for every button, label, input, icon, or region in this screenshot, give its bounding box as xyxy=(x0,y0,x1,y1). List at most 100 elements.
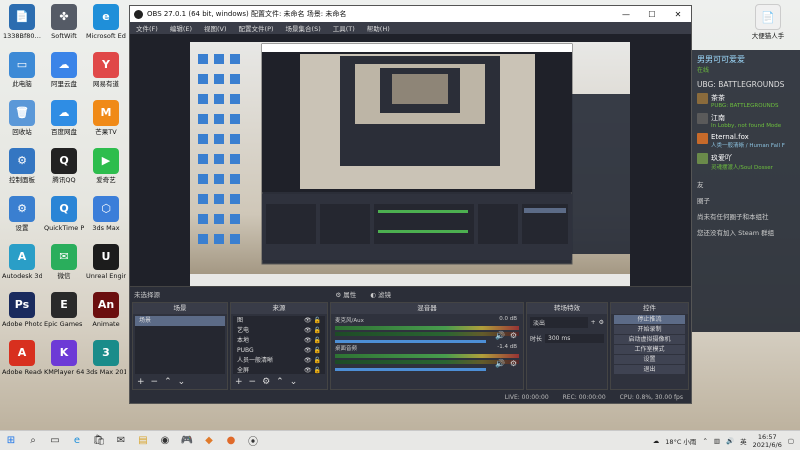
obs-taskbar-icon[interactable]: ⦿ xyxy=(242,431,264,450)
maximize-icon[interactable]: ☐ xyxy=(639,10,665,19)
scenes-list[interactable]: 场景 xyxy=(135,316,225,374)
menu-item[interactable]: 帮助(H) xyxy=(361,23,396,33)
visibility-icon[interactable]: 👁 🔓 xyxy=(304,316,321,326)
transition-type-select[interactable]: 淡出 xyxy=(530,317,588,328)
desktop-shortcut[interactable]: A Autodesk 3ds Max 2019 xyxy=(2,244,42,280)
control-button[interactable]: 设置 xyxy=(614,355,685,364)
sources-list[interactable]: 图 👁 🔓 艺电 👁 🔓 本地 👁 🔓 PUBG 👁 🔓 人员一般清晰 👁 🔓 全屏 👁 🔓 xyxy=(233,316,325,374)
explorer-icon[interactable]: ▤ xyxy=(132,431,154,450)
duration-input[interactable]: 300 ms xyxy=(545,334,604,343)
gear-icon[interactable]: ⚙ xyxy=(510,359,517,368)
menu-item[interactable]: 场景集合(S) xyxy=(280,23,327,33)
desktop-shortcut[interactable]: Q 腾讯QQ xyxy=(44,148,84,184)
app-icon[interactable]: ● xyxy=(220,431,242,450)
desktop-shortcut[interactable]: M 芒果TV xyxy=(86,100,126,136)
desktop-shortcut[interactable]: U Unreal Engine xyxy=(86,244,126,280)
weather-icon[interactable]: ☁ xyxy=(653,437,660,445)
close-icon[interactable]: ✕ xyxy=(665,10,691,19)
desktop-shortcut[interactable]: ▭ 此电脑 xyxy=(2,52,42,88)
steam-friend[interactable]: 茶茶 PUBG: BATTLEGROUNDS xyxy=(692,91,800,111)
game-icon[interactable]: 🎮 xyxy=(176,431,198,450)
move-up-icon[interactable]: ⌃ xyxy=(164,377,172,387)
obs-window[interactable]: OBS 27.0.1 (64 bit, windows) 配置文件: 未命名 场… xyxy=(129,5,692,404)
source-item[interactable]: 艺电 👁 🔓 xyxy=(233,326,325,336)
desktop-shortcut[interactable]: 3 3ds Max 2019 xyxy=(86,340,126,376)
notification-icon[interactable]: ▢ xyxy=(788,437,794,445)
desktop-shortcut[interactable]: ⚙ 设置 xyxy=(2,196,42,232)
windows-start-icon[interactable]: ⊞ xyxy=(0,431,22,450)
desktop-shortcut[interactable]: Ps Adobe Photoshop xyxy=(2,292,42,328)
source-item[interactable]: PUBG 👁 🔓 xyxy=(233,346,325,356)
obs-preview[interactable] xyxy=(130,34,691,286)
source-item[interactable]: 人员一般清晰 👁 🔓 xyxy=(233,356,325,366)
minimize-icon[interactable]: — xyxy=(613,10,639,19)
move-up-icon[interactable]: ⌃ xyxy=(276,377,284,387)
properties-button[interactable]: ⚙ 属性 xyxy=(335,289,356,299)
desktop-shortcut[interactable]: A Adobe Reader XI xyxy=(2,340,42,376)
task-view-icon[interactable]: ▭ xyxy=(44,431,66,450)
input-language[interactable]: 英 xyxy=(740,436,747,446)
gear-icon[interactable]: ⚙ xyxy=(599,319,604,326)
control-button[interactable]: 工作室模式 xyxy=(614,345,685,354)
mail-icon[interactable]: ✉ xyxy=(110,431,132,450)
desktop-shortcut[interactable]: e Microsoft Edge xyxy=(86,4,126,40)
desktop-shortcut[interactable]: ▶ 爱奇艺 xyxy=(86,148,126,184)
steam-friend[interactable]: 玖爱吖 灵魂摆渡人/Soul Dosser xyxy=(692,151,800,173)
desktop-shortcut[interactable]: ☁ 阿里云盘 xyxy=(44,52,84,88)
visibility-icon[interactable]: 👁 🔓 xyxy=(304,356,321,366)
control-button[interactable]: 启动虚拟摄像机 xyxy=(614,335,685,344)
control-button[interactable]: 退出 xyxy=(614,365,685,374)
visibility-icon[interactable]: 👁 🔓 xyxy=(304,326,321,336)
desktop-shortcut[interactable]: ✤ SoftWift xyxy=(44,4,84,40)
source-item[interactable]: 图 👁 🔓 xyxy=(233,316,325,326)
remove-icon[interactable]: − xyxy=(249,377,257,387)
desktop-shortcut[interactable]: ☁ 百度网盘 xyxy=(44,100,84,136)
volume-icon[interactable]: 🔊 xyxy=(726,437,734,445)
weather-text[interactable]: 18°C 小雨 xyxy=(665,436,696,446)
edge-icon[interactable]: e xyxy=(66,431,88,450)
gear-icon[interactable]: ⚙ xyxy=(262,377,270,387)
plus-icon[interactable]: + xyxy=(591,319,596,326)
desktop-shortcut[interactable]: ✉ 微信 xyxy=(44,244,84,280)
move-down-icon[interactable]: ⌄ xyxy=(290,377,298,387)
desktop-shortcut[interactable]: Q QuickTime Player xyxy=(44,196,84,232)
desktop-shortcut[interactable]: ⚙ 控制面板 xyxy=(2,148,42,184)
add-icon[interactable]: + xyxy=(137,377,145,387)
desktop-shortcut[interactable]: An Animate xyxy=(86,292,126,328)
chevron-up-icon[interactable]: ⌃ xyxy=(702,437,707,445)
scene-item[interactable]: 场景 xyxy=(135,316,225,326)
filters-button[interactable]: ◐ 滤镜 xyxy=(370,289,391,299)
visibility-icon[interactable]: 👁 🔓 xyxy=(304,366,321,376)
desktop-shortcut[interactable]: Y 网易有道 xyxy=(86,52,126,88)
menu-item[interactable]: 工具(T) xyxy=(327,23,361,33)
menu-item[interactable]: 配置文件(P) xyxy=(233,23,280,33)
control-button[interactable]: 停止推流 xyxy=(614,315,685,324)
desktop-file-icon[interactable]: 📄 大便猫人手 xyxy=(748,4,788,40)
desktop-shortcut[interactable]: ⬡ 3ds Max xyxy=(86,196,126,232)
source-item[interactable]: 全屏 👁 🔓 xyxy=(233,366,325,376)
gear-icon[interactable]: ⚙ xyxy=(510,331,517,340)
visibility-icon[interactable]: 👁 🔓 xyxy=(304,336,321,346)
move-down-icon[interactable]: ⌄ xyxy=(178,377,186,387)
menu-item[interactable]: 视图(V) xyxy=(198,23,233,33)
desktop-shortcut[interactable]: E Epic Games Launcher xyxy=(44,292,84,328)
control-button[interactable]: 开始录制 xyxy=(614,325,685,334)
speaker-icon[interactable]: 🔊 xyxy=(495,359,505,368)
network-icon[interactable]: ▥ xyxy=(714,437,720,445)
clock[interactable]: 16:57 2021/6/6 xyxy=(753,433,782,449)
remove-icon[interactable]: − xyxy=(151,377,159,387)
desktop-shortcut[interactable]: K KMPlayer 64X xyxy=(44,340,84,376)
desktop-shortcut[interactable]: 📄 1338Bf80… xyxy=(2,4,42,40)
obs-titlebar[interactable]: OBS 27.0.1 (64 bit, windows) 配置文件: 未命名 场… xyxy=(130,6,691,22)
steam-friend[interactable]: Eternal.fox 人类一般清晰 / Human Fall F xyxy=(692,131,800,151)
add-icon[interactable]: + xyxy=(235,377,243,387)
steam-self[interactable]: 男男可可爱爱 在线 xyxy=(692,50,800,78)
desktop-shortcut[interactable]: 🗑 回收站 xyxy=(2,100,42,136)
steam-friend[interactable]: 江南 In Lobby, not found Mode xyxy=(692,111,800,131)
store-icon[interactable]: 🛍 xyxy=(88,431,110,450)
steam-icon[interactable]: ◉ xyxy=(154,431,176,450)
speaker-icon[interactable]: 🔊 xyxy=(495,331,505,340)
steam-friends-panel[interactable]: 男男可可爱爱 在线 UBG: BATTLEGROUNDS 茶茶 PUBG: BAT… xyxy=(692,50,800,332)
app-icon[interactable]: ◆ xyxy=(198,431,220,450)
menu-item[interactable]: 文件(F) xyxy=(130,23,164,33)
